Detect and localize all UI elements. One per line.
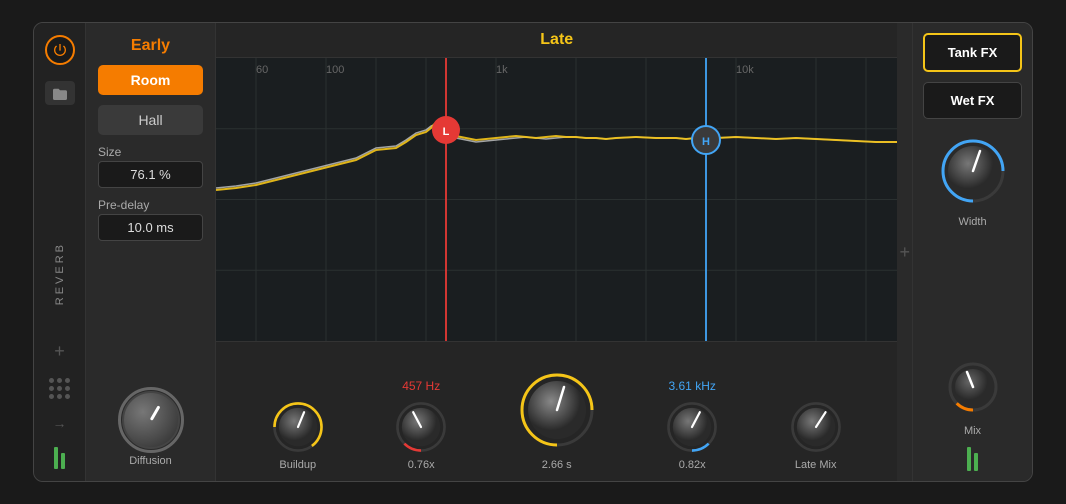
decay-knob[interactable] xyxy=(518,371,596,454)
early-panel: Early Room Hall Size 76.1 % Pre-delay 10… xyxy=(86,23,216,481)
tank-fx-button[interactable]: Tank FX xyxy=(923,33,1022,72)
right-plus-button[interactable]: + xyxy=(899,242,910,263)
main-area: Late 60 100 1k 10k xyxy=(216,23,897,481)
low-eq-knob[interactable] xyxy=(394,400,448,454)
buildup-label: Buildup xyxy=(279,459,316,471)
power-button[interactable] xyxy=(45,35,75,65)
hall-button[interactable]: Hall xyxy=(98,105,203,135)
buildup-group: Buildup xyxy=(271,400,325,471)
decay-label: 2.66 s xyxy=(542,459,572,471)
route-button[interactable]: → xyxy=(53,415,67,431)
folder-button[interactable] xyxy=(45,81,75,105)
high-eq-knob[interactable] xyxy=(665,400,719,454)
late-mix-label: Late Mix xyxy=(795,459,837,471)
diffusion-section: Diffusion xyxy=(98,391,203,467)
grid-dots-button[interactable] xyxy=(49,378,70,399)
high-eq-group: 3.61 kHz 0 xyxy=(665,379,719,471)
late-mix-group: Late Mix xyxy=(789,400,843,471)
mix-label: Mix xyxy=(964,425,981,437)
right-plus-container: + xyxy=(899,23,910,481)
size-value[interactable]: 76.1 % xyxy=(98,161,203,188)
low-eq-group: 457 Hz 0.7 xyxy=(394,379,448,471)
low-freq-label: 457 Hz xyxy=(402,379,440,393)
add-left-button[interactable]: + xyxy=(54,341,65,362)
meter-bar-left xyxy=(967,447,971,471)
width-section: Width xyxy=(923,137,1022,228)
width-label: Width xyxy=(958,216,986,228)
eq-display[interactable]: 60 100 1k 10k xyxy=(216,58,897,341)
high-eq-label: 0.82x xyxy=(679,459,706,471)
right-panel: Tank FX Wet FX Width xyxy=(912,23,1032,481)
room-button[interactable]: Room xyxy=(98,65,203,95)
knobs-row: Buildup 457 Hz xyxy=(216,341,897,481)
left-sidebar: REVERB + → xyxy=(34,23,86,481)
early-title: Early xyxy=(98,37,203,55)
svg-text:H: H xyxy=(702,136,710,148)
width-knob[interactable] xyxy=(939,137,1007,210)
meter-bar-right xyxy=(974,453,978,471)
size-section: Size 76.1 % xyxy=(98,145,203,188)
mix-knob[interactable] xyxy=(946,360,1000,419)
predelay-value[interactable]: 10.0 ms xyxy=(98,214,203,241)
input-meter xyxy=(54,447,65,469)
output-meter xyxy=(967,447,978,471)
buildup-knob[interactable] xyxy=(271,400,325,454)
plugin-container: REVERB + → Early Room Hall Size 76.1 % P… xyxy=(33,22,1033,482)
size-label: Size xyxy=(98,145,203,159)
high-freq-label: 3.61 kHz xyxy=(669,379,716,393)
low-eq-label: 0.76x xyxy=(408,459,435,471)
predelay-section: Pre-delay 10.0 ms xyxy=(98,198,203,241)
diffusion-label: Diffusion xyxy=(129,455,172,467)
decay-group: 2.66 s xyxy=(518,371,596,471)
late-mix-knob[interactable] xyxy=(789,400,843,454)
svg-text:L: L xyxy=(443,126,450,138)
predelay-label: Pre-delay xyxy=(98,198,203,212)
eq-grid-svg: L H xyxy=(216,58,897,341)
reverb-label: REVERB xyxy=(54,242,66,305)
late-header: Late xyxy=(216,23,897,58)
diffusion-knob[interactable] xyxy=(122,391,180,449)
wet-fx-button[interactable]: Wet FX xyxy=(923,82,1022,119)
mix-section: Mix xyxy=(923,360,1022,471)
